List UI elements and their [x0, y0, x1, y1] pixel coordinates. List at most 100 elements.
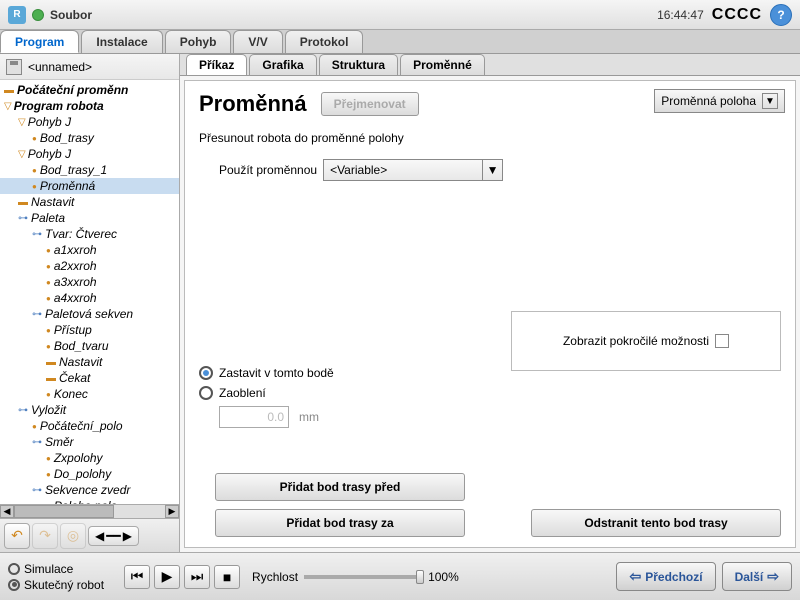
tree-node[interactable]: ⊶Směr	[0, 434, 179, 450]
tree-node[interactable]: ⊶Tvar: Čtverec	[0, 226, 179, 242]
chevron-down-icon[interactable]: ▼	[762, 93, 778, 109]
radio-real-robot[interactable]	[8, 579, 20, 591]
scroll-right-icon[interactable]: ▶	[165, 505, 179, 518]
tree-node[interactable]: ●a1xxroh	[0, 242, 179, 258]
tree-node[interactable]: ●a3xxroh	[0, 274, 179, 290]
tree-node[interactable]: ●Proměnná	[0, 178, 179, 194]
forward-button[interactable]: ⏭	[184, 565, 210, 589]
tri-icon: ▽	[18, 149, 26, 160]
dot-icon: ●	[46, 278, 51, 287]
tree-node[interactable]: ●Přístup	[0, 322, 179, 338]
right-panel: Příkaz Grafika Struktura Proměnné Proměn…	[180, 54, 800, 552]
tab-vv[interactable]: V/V	[233, 30, 282, 53]
next-button[interactable]: Další ⇨	[722, 562, 792, 591]
tab-pohyb[interactable]: Pohyb	[165, 30, 232, 53]
radio-blend[interactable]	[199, 386, 213, 400]
type-selector[interactable]: Proměnná poloha ▼	[654, 89, 785, 113]
tree-node[interactable]: ▬Nastavit	[0, 354, 179, 370]
real-robot-label: Skutečný robot	[24, 578, 104, 592]
tree-node-label: Vyložit	[31, 403, 66, 417]
tree-node[interactable]: ●Bod_trasy_1	[0, 162, 179, 178]
tree-node[interactable]: ●Bod_trasy	[0, 130, 179, 146]
add-after-button[interactable]: Přidat bod trasy za	[215, 509, 465, 537]
variable-combo[interactable]: <Variable> ▼	[323, 159, 503, 181]
tree-node[interactable]: ●Zxpolohy	[0, 450, 179, 466]
tree-node-label: Sekvence zvedr	[45, 483, 130, 497]
redo-button[interactable]: ↷	[32, 523, 58, 549]
previous-button[interactable]: ⇦ Předchozí	[616, 562, 715, 591]
tree-node[interactable]: ▬Počáteční proměnn	[0, 82, 179, 98]
tree-node-label: Proměnná	[40, 179, 95, 193]
tree-node-label: Paleta	[31, 211, 65, 225]
dot-icon: ●	[46, 454, 51, 463]
tree-node[interactable]: ●Do_polohy	[0, 466, 179, 482]
tree-node[interactable]: ●Bod_tvaru	[0, 338, 179, 354]
subtab-promenne[interactable]: Proměnné	[400, 54, 485, 75]
link-icon: ⊶	[32, 309, 42, 320]
tree-node[interactable]: ●a2xxroh	[0, 258, 179, 274]
step-prev-icon[interactable]: ◀	[95, 529, 104, 543]
tree-node-label: Bod_tvaru	[54, 339, 109, 353]
tab-program[interactable]: Program	[0, 30, 79, 53]
link-icon: ⊶	[32, 437, 42, 448]
tree-node[interactable]: ●a4xxroh	[0, 290, 179, 306]
add-before-button[interactable]: Přidat bod trasy před	[215, 473, 465, 501]
top-bar: R Soubor 16:44:47 CCCC ?	[0, 0, 800, 30]
undo-button[interactable]: ↶	[4, 523, 30, 549]
tree-node[interactable]: ▬Nastavit	[0, 194, 179, 210]
blend-input[interactable]	[219, 406, 289, 428]
program-tree[interactable]: ▬Počáteční proměnn▽Program robota▽Pohyb …	[0, 80, 179, 504]
tree-node[interactable]: ⊶Vyložit	[0, 402, 179, 418]
tree-node[interactable]: ⊶Sekvence zvedr	[0, 482, 179, 498]
speed-label: Rychlost	[252, 570, 298, 584]
tab-instalace[interactable]: Instalace	[81, 30, 162, 53]
arrow-right-icon: ⇨	[767, 568, 779, 585]
tree-node[interactable]: ⊶Paleta	[0, 210, 179, 226]
sub-tabs: Příkaz Grafika Struktura Proměnné	[180, 54, 800, 76]
file-header: <unnamed>	[0, 54, 179, 80]
tree-node-label: Pohyb J	[28, 115, 71, 129]
tree-node[interactable]: ●Konec	[0, 386, 179, 402]
tree-node[interactable]: ▬Čekat	[0, 370, 179, 386]
subtab-grafika[interactable]: Grafika	[249, 54, 316, 75]
target-button[interactable]: ◎	[60, 523, 86, 549]
tree-node[interactable]: ▽Pohyb J	[0, 146, 179, 162]
subtab-prikaz[interactable]: Příkaz	[186, 54, 247, 75]
dot-icon: ●	[46, 470, 51, 479]
help-icon[interactable]: ?	[770, 4, 792, 26]
tree-node[interactable]: ▽Program robota	[0, 98, 179, 114]
rename-button[interactable]: Přejmenovat	[321, 92, 419, 116]
stop-button[interactable]: ■	[214, 565, 240, 589]
play-button[interactable]: ▶	[154, 565, 180, 589]
tree-node[interactable]: ▽Pohyb J	[0, 114, 179, 130]
step-next-icon[interactable]: ▶	[123, 529, 132, 543]
type-selector-value: Proměnná poloha	[661, 94, 756, 108]
radio-simulation[interactable]	[8, 563, 20, 575]
dash-icon: ▬	[46, 357, 56, 368]
tree-node-label: Tvar: Čtverec	[45, 227, 117, 241]
step-control[interactable]: ◀ ━━ ▶	[88, 526, 139, 546]
link-icon: ⊶	[18, 213, 28, 224]
link-icon: ⊶	[32, 229, 42, 240]
tree-node[interactable]: ●Počáteční_polo	[0, 418, 179, 434]
advanced-checkbox[interactable]	[715, 334, 729, 348]
dash-icon: ▬	[18, 197, 28, 208]
tree-node-label: Bod_trasy	[40, 131, 94, 145]
menu-file[interactable]: Soubor	[50, 8, 92, 22]
slider-thumb[interactable]	[416, 570, 424, 584]
save-icon[interactable]	[6, 59, 22, 75]
delete-waypoint-button[interactable]: Odstranit tento bod trasy	[531, 509, 781, 537]
tree-node-label: Čekat	[59, 371, 90, 385]
speed-slider[interactable]	[304, 575, 424, 579]
scroll-left-icon[interactable]: ◀	[0, 505, 14, 518]
tab-protokol[interactable]: Protokol	[285, 30, 364, 53]
radio-stop[interactable]	[199, 366, 213, 380]
tree-node-label: Nastavit	[31, 195, 74, 209]
scroll-thumb[interactable]	[14, 505, 114, 518]
tree-hscroll[interactable]: ◀ ▶	[0, 504, 179, 518]
tree-node[interactable]: ⊶Paletová sekven	[0, 306, 179, 322]
subtab-struktura[interactable]: Struktura	[319, 54, 398, 75]
chevron-down-icon[interactable]: ▼	[482, 160, 502, 180]
dot-icon: ●	[46, 390, 51, 399]
rewind-button[interactable]: ⏮	[124, 565, 150, 589]
